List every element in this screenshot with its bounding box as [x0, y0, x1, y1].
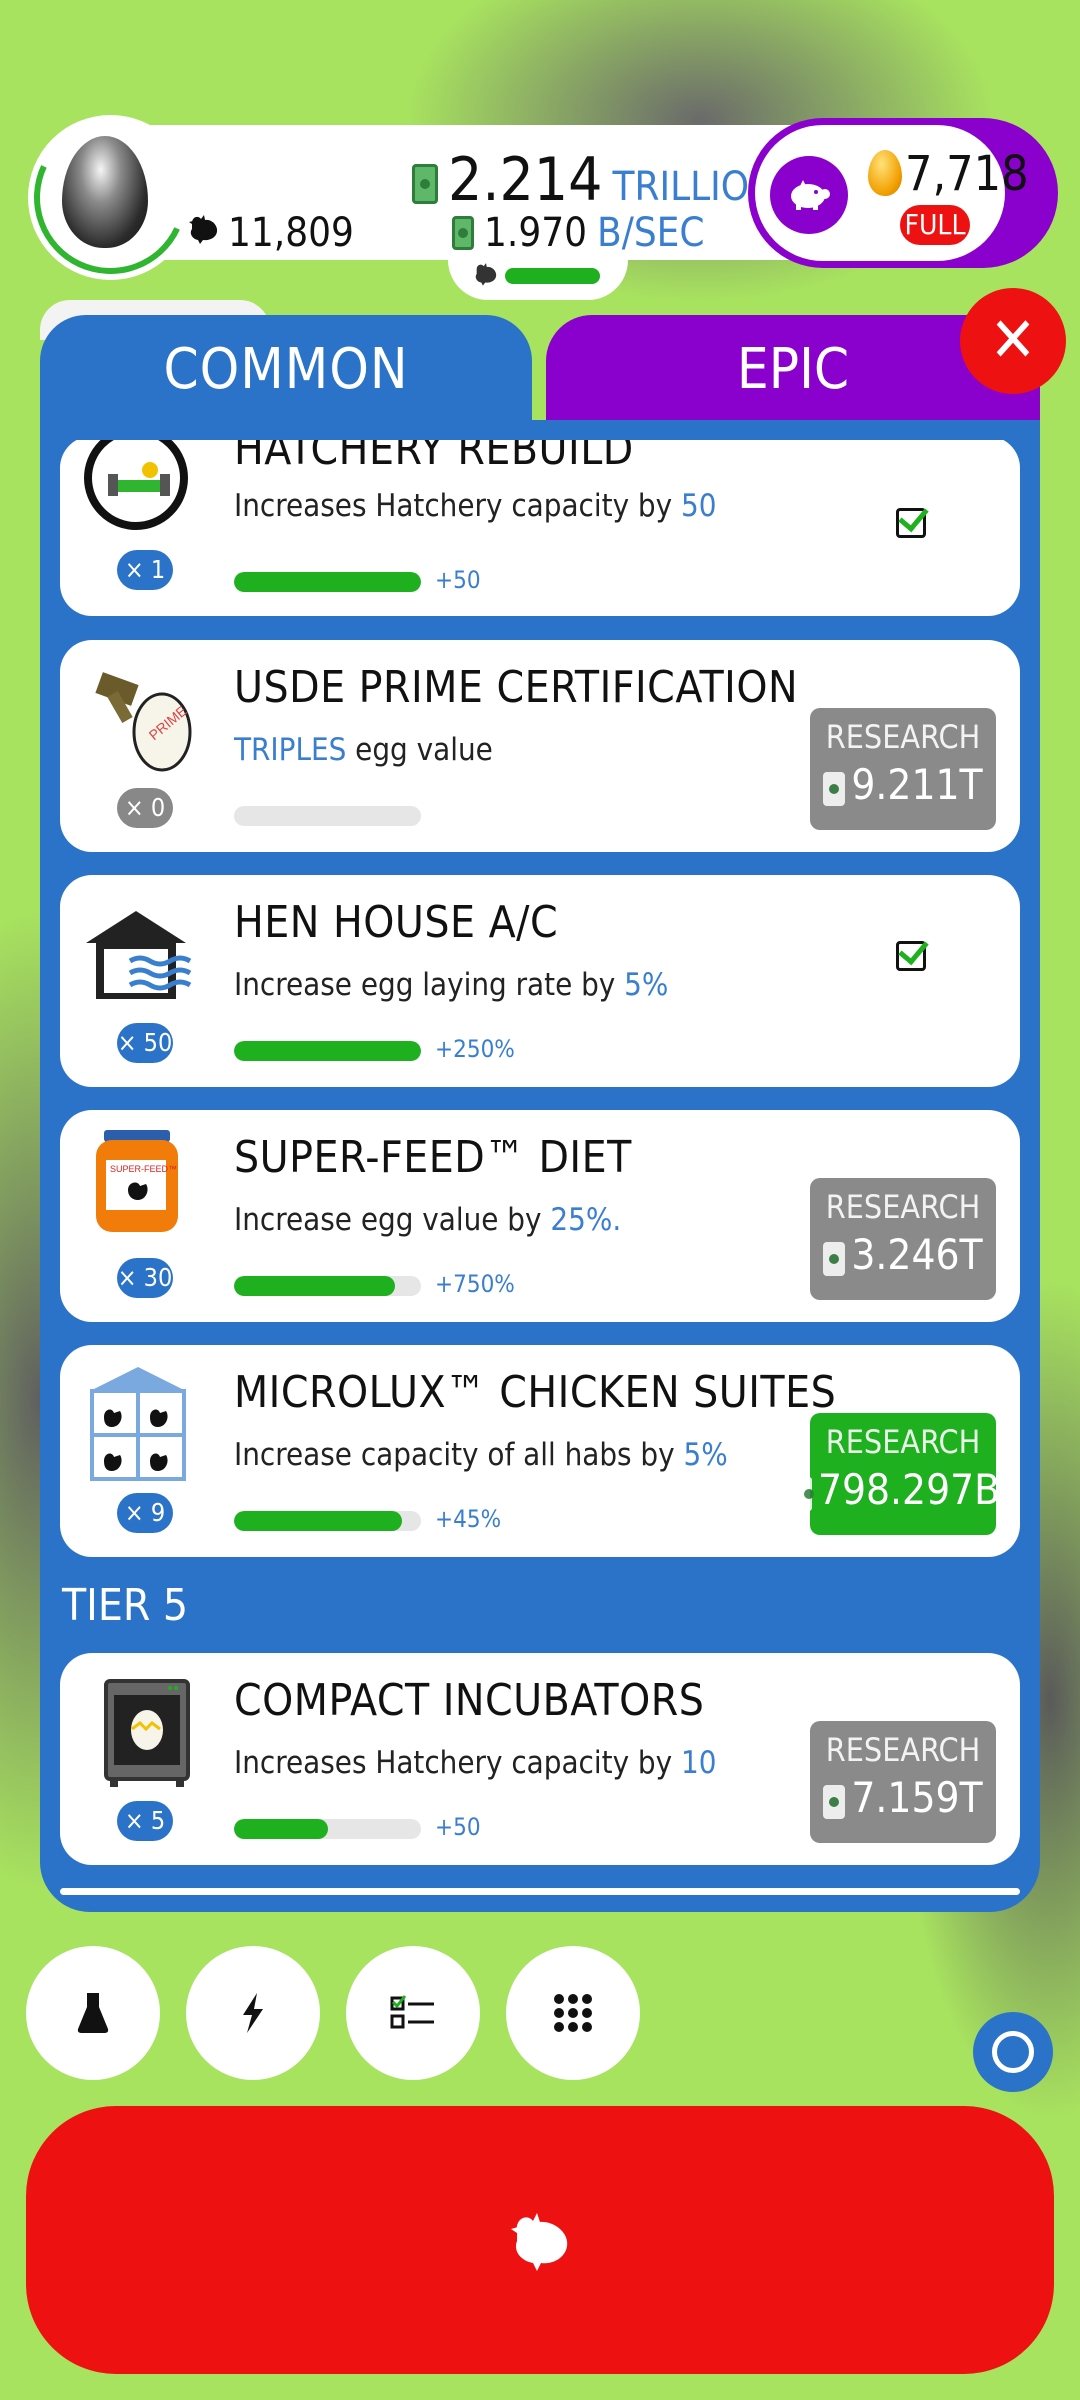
- chicken-icon: [511, 2213, 568, 2271]
- cash-icon: [823, 1241, 846, 1276]
- research-progress-bar: [234, 1041, 421, 1061]
- piggy-bank-icon: [791, 180, 830, 210]
- research-level-badge: × 0: [117, 788, 173, 828]
- incubator-icon: [80, 1673, 210, 1791]
- research-progress-text: +750%: [435, 1270, 515, 1298]
- research-button-label: RESEARCH: [825, 718, 981, 756]
- cash-icon: [803, 1476, 814, 1511]
- research-list[interactable]: HATCHERY REBUILD Increases Hatchery capa…: [60, 440, 1020, 1895]
- cash-icon: [412, 164, 438, 204]
- research-level-badge: × 50: [117, 1023, 173, 1063]
- tier-label: TIER 5: [62, 1580, 189, 1631]
- prime-certification-icon: PRIME: [80, 660, 210, 778]
- research-button[interactable]: RESEARCH 9.211T: [810, 708, 996, 830]
- research-title: MICROLUX™ CHICKEN SUITES: [234, 1367, 837, 1418]
- research-level-badge: × 5: [117, 1801, 173, 1841]
- research-card-hatchery-rebuild[interactable]: HATCHERY REBUILD Increases Hatchery capa…: [60, 440, 1020, 616]
- research-button-bottom[interactable]: [26, 1946, 160, 2080]
- missions-button[interactable]: [346, 1946, 480, 2080]
- cash-icon: [823, 771, 846, 806]
- super-feed-icon: SUPER-FEED™: [80, 1130, 210, 1248]
- menu-grid-icon: [554, 1994, 592, 2032]
- research-level-badge: × 1: [117, 550, 173, 590]
- research-progress-text: +50: [435, 566, 481, 594]
- research-progress-bar: [234, 1819, 421, 1839]
- research-card-super-feed[interactable]: SUPER-FEED™ SUPER-FEED™ DIET Increase eg…: [60, 1110, 1020, 1322]
- research-description: Increase egg laying rate by 5%: [234, 967, 669, 1003]
- research-progress-bar: [234, 806, 421, 826]
- close-button[interactable]: ✕: [960, 288, 1066, 394]
- research-description: TRIPLES egg value: [234, 732, 493, 768]
- golden-egg-count: 7,718: [905, 146, 1029, 202]
- research-button[interactable]: RESEARCH 798.297B: [803, 1413, 1000, 1535]
- chicken-icon: [186, 211, 222, 256]
- boost-lightning-icon: [243, 1993, 263, 2033]
- chicken-suites-icon: [80, 1365, 210, 1483]
- bank-value: 2.214: [448, 145, 603, 215]
- hab-capacity-bar: [505, 268, 600, 284]
- research-description: Increases Hatchery capacity by 10: [234, 1745, 717, 1781]
- menu-button[interactable]: [506, 1946, 640, 2080]
- hatchery-rebuild-icon: [80, 440, 210, 548]
- research-card-usde-prime[interactable]: PRIME USDE PRIME CERTIFICATION TRIPLES e…: [60, 640, 1020, 852]
- chicken-count: 11,809: [186, 210, 354, 256]
- golden-egg-icon: [868, 150, 902, 196]
- research-title: COMPACT INCUBATORS: [234, 1675, 705, 1726]
- research-description: Increase egg value by 25%.: [234, 1202, 622, 1238]
- piggy-bank-button[interactable]: [770, 156, 848, 234]
- research-cost: 9.211T: [851, 760, 983, 809]
- hatch-chicken-button[interactable]: [26, 2106, 1054, 2374]
- research-progress-text: +45%: [435, 1505, 502, 1533]
- completed-checkbox-icon: [896, 508, 926, 538]
- research-flask-icon: [77, 1993, 109, 2033]
- small-chicken-icon: [472, 260, 500, 295]
- next-card-edge: [60, 1888, 1020, 1895]
- cash-icon: [823, 1784, 846, 1819]
- research-progress-bar: [234, 1276, 421, 1296]
- research-button[interactable]: RESEARCH 3.246T: [810, 1178, 996, 1300]
- svg-text:SUPER-FEED™: SUPER-FEED™: [110, 1164, 177, 1174]
- research-description: Increases Hatchery capacity by 50: [234, 488, 717, 524]
- research-button[interactable]: RESEARCH 7.159T: [810, 1721, 996, 1843]
- research-level-badge: × 30: [117, 1258, 173, 1298]
- research-title: SUPER-FEED™ DIET: [234, 1132, 632, 1183]
- research-level-badge: × 9: [117, 1493, 173, 1533]
- research-cost: 3.246T: [851, 1230, 983, 1279]
- research-progress-text: +50: [435, 1813, 481, 1841]
- research-card-microlux-suites[interactable]: MICROLUX™ CHICKEN SUITES Increase capaci…: [60, 1345, 1020, 1557]
- research-title: USDE PRIME CERTIFICATION: [234, 662, 799, 713]
- boost-button[interactable]: [186, 1946, 320, 2080]
- piggy-full-badge: FULL: [900, 205, 970, 245]
- bank-balance: 2.214 TRILLION: [412, 145, 776, 215]
- completed-checkbox-icon: [896, 941, 926, 971]
- research-button-label: RESEARCH: [825, 1188, 981, 1226]
- research-button-label: RESEARCH: [825, 1423, 981, 1461]
- cash-icon: [452, 216, 474, 250]
- research-cost: 7.159T: [851, 1773, 983, 1822]
- research-card-compact-incubators[interactable]: COMPACT INCUBATORS Increases Hatchery ca…: [60, 1653, 1020, 1865]
- chicken-count-value: 11,809: [228, 210, 354, 256]
- research-progress-bar: [234, 1511, 421, 1531]
- research-progress-bar: [234, 572, 421, 592]
- research-title: HEN HOUSE A/C: [234, 897, 559, 948]
- research-description: Increase capacity of all habs by 5%: [234, 1437, 728, 1473]
- research-progress-text: +250%: [435, 1035, 515, 1063]
- research-cost: 798.297B: [817, 1465, 1001, 1514]
- camera-icon[interactable]: [973, 2012, 1053, 2092]
- research-title: HATCHERY REBUILD: [234, 440, 634, 475]
- missions-checklist-icon: [390, 1995, 434, 2029]
- research-card-hen-house-ac[interactable]: HEN HOUSE A/C Increase egg laying rate b…: [60, 875, 1020, 1087]
- research-button-label: RESEARCH: [825, 1731, 981, 1769]
- hen-house-ac-icon: [80, 895, 210, 1013]
